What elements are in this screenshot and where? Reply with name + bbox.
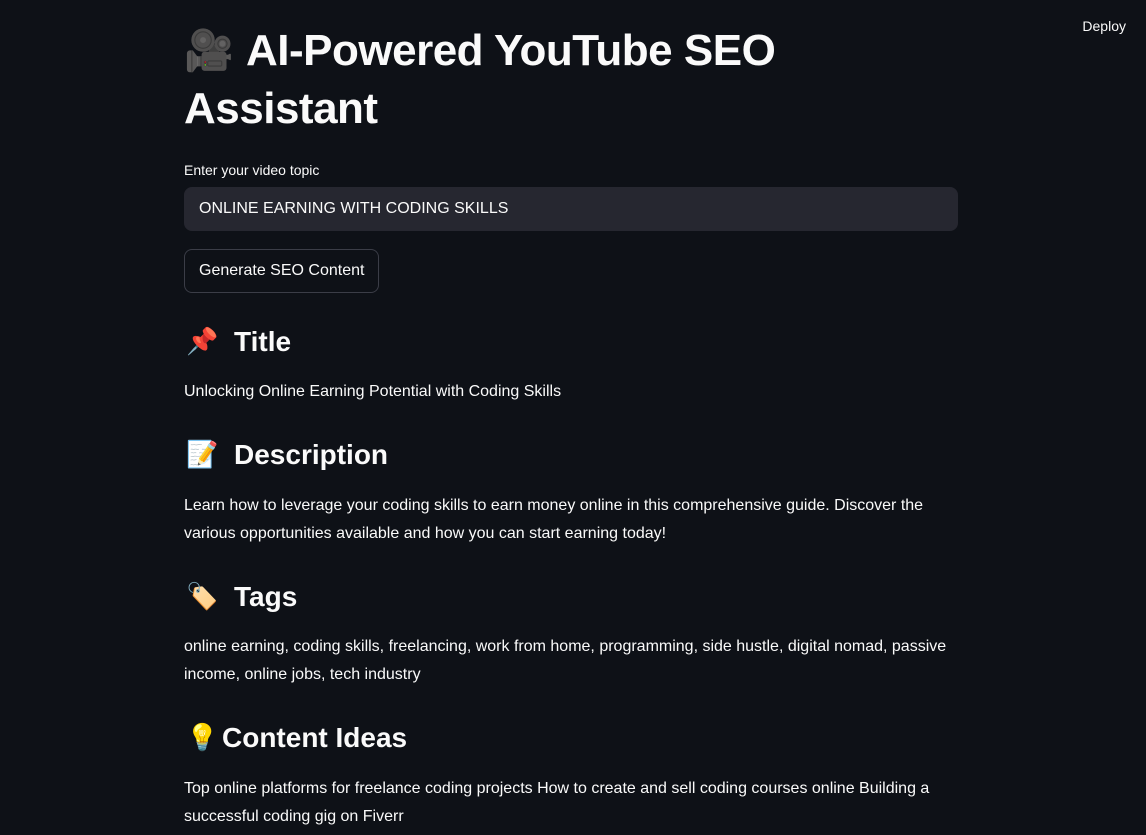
label-tag-icon: 🏷️ [186, 582, 219, 612]
topic-input-label: Enter your video topic [184, 162, 320, 178]
description-output: Learn how to leverage your coding skills… [184, 497, 924, 542]
generate-seo-content-button[interactable]: Generate SEO Content [184, 249, 380, 293]
title-section-heading: 📌 Title [184, 324, 291, 360]
content-ideas-section-heading: 💡 Content Ideas [184, 720, 407, 756]
main-content: 🎥 AI-Powered YouTube SEO Assistant Enter … [184, 0, 958, 825]
movie-camera-icon: 🎥 [184, 28, 234, 74]
page-title: 🎥 AI-Powered YouTube SEO Assistant [184, 0, 958, 138]
content-ideas-heading-text: Content Ideas [222, 722, 408, 753]
title-heading-text: Title [234, 326, 292, 357]
light-bulb-icon: 💡 [186, 723, 219, 753]
description-section-heading: 📝 Description [184, 437, 388, 473]
tags-output: online earning, coding skills, freelanci… [184, 638, 947, 683]
tags-heading-text: Tags [234, 581, 298, 612]
tags-section-heading: 🏷️ Tags [184, 579, 297, 615]
topic-input[interactable] [184, 187, 958, 231]
memo-icon: 📝 [186, 440, 219, 470]
deploy-button[interactable]: Deploy [1082, 16, 1126, 36]
page-title-text: AI-Powered YouTube SEO Assistant [184, 26, 776, 133]
content-ideas-output: Top online platforms for freelance codin… [184, 780, 930, 825]
pushpin-icon: 📌 [186, 327, 219, 357]
description-heading-text: Description [234, 439, 389, 470]
title-output: Unlocking Online Earning Potential with … [184, 383, 562, 400]
